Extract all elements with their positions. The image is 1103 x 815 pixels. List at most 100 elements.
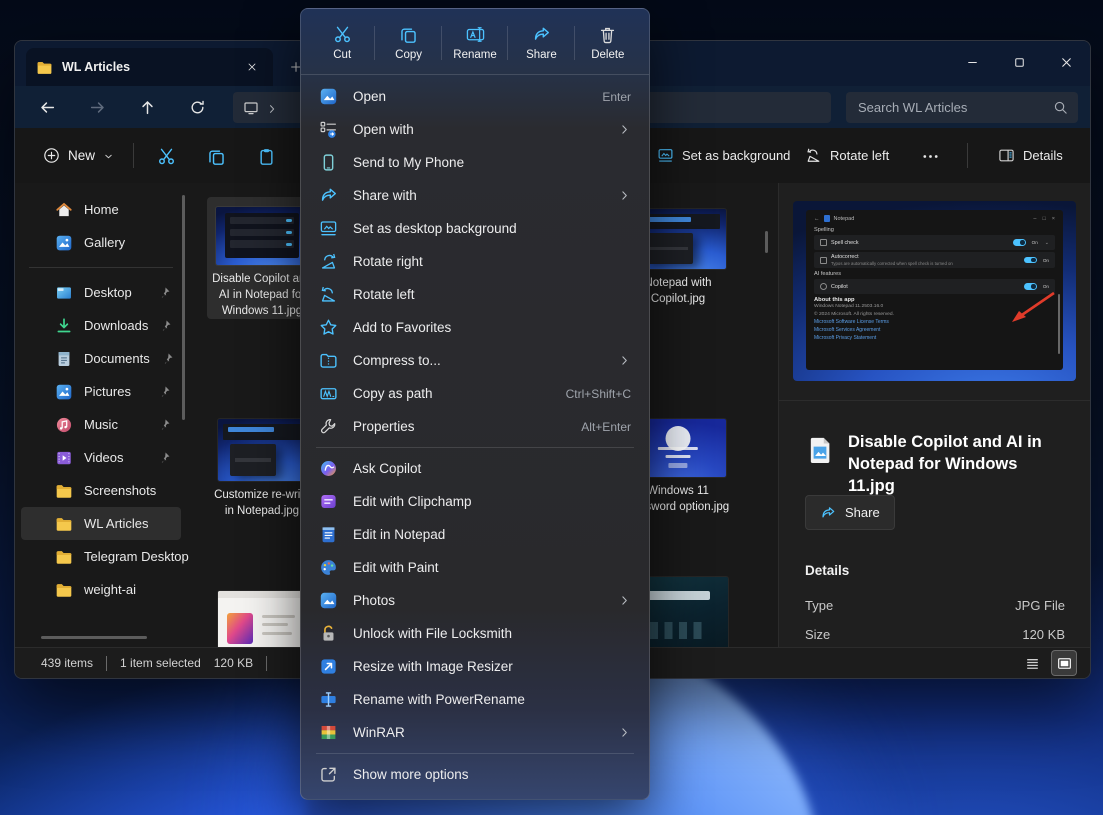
sidebar-item-wl-articles[interactable]: WL Articles: [21, 507, 181, 540]
quick-action-rename[interactable]: Rename: [442, 14, 508, 72]
sidebar-item-gallery[interactable]: Gallery: [21, 226, 181, 259]
preview-links: Microsoft Software License TermsMicrosof…: [814, 318, 1055, 342]
menu-divider: [316, 753, 634, 754]
menu-item-shortcut: Alt+Enter: [581, 420, 631, 434]
menu-item-edit-with-paint[interactable]: Edit with Paint: [306, 551, 644, 584]
sidebar-item-videos[interactable]: Videos: [21, 441, 181, 474]
sidebar-item-label: Videos: [84, 450, 124, 465]
maximize-button[interactable]: [996, 41, 1043, 83]
thumbnail-view-button[interactable]: [1052, 651, 1076, 675]
menu-item-show-more-options[interactable]: Show more options: [306, 758, 644, 791]
menu-item-label: Photos: [353, 593, 603, 608]
desktop-icon: [55, 284, 73, 302]
file-area-scrollbar[interactable]: [765, 231, 768, 253]
menu-item-open-with[interactable]: Open with: [306, 113, 644, 146]
sidebar-item-label: Desktop: [84, 285, 132, 300]
tab-close-icon[interactable]: [241, 56, 263, 78]
up-button[interactable]: [129, 91, 165, 123]
menu-item-label: Rotate right: [353, 254, 631, 269]
menu-item-unlock-with-file-locksmith[interactable]: Unlock with File Locksmith: [306, 617, 644, 650]
sidebar-item-desktop[interactable]: Desktop: [21, 276, 181, 309]
rotate-left-button[interactable]: Rotate left: [797, 139, 897, 172]
open-with-icon: [319, 120, 338, 139]
more-options-button[interactable]: [910, 138, 950, 174]
pin-icon: [159, 319, 172, 332]
menu-item-send-to-my-phone[interactable]: Send to My Phone: [306, 146, 644, 179]
chevron-down-icon: [103, 150, 114, 161]
quick-action-delete[interactable]: Delete: [575, 14, 641, 72]
menu-item-rename-with-powerrename[interactable]: Rename with PowerRename: [306, 683, 644, 716]
preview-link: Microsoft Privacy Statement: [814, 334, 1055, 342]
sidebar-item-documents[interactable]: Documents: [21, 342, 181, 375]
context-menu-list: OpenEnterOpen withSend to My PhoneShare …: [301, 75, 649, 796]
sidebar-item-pictures[interactable]: Pictures: [21, 375, 181, 408]
menu-item-rotate-right[interactable]: Rotate right: [306, 245, 644, 278]
menu-item-resize-with-image-resizer[interactable]: Resize with Image Resizer: [306, 650, 644, 683]
quick-action-share[interactable]: Share: [508, 14, 574, 72]
paste-button[interactable]: [246, 138, 286, 174]
forward-button[interactable]: [79, 91, 115, 123]
quick-action-cut[interactable]: Cut: [309, 14, 375, 72]
rename-icon: [466, 25, 485, 44]
photos-icon: [319, 591, 338, 610]
phone-icon: [319, 153, 338, 172]
list-view-button[interactable]: [1020, 651, 1044, 675]
winrar-icon: [319, 723, 338, 742]
menu-item-photos[interactable]: Photos: [306, 584, 644, 617]
folder-icon: [36, 59, 53, 76]
back-button[interactable]: [29, 91, 65, 123]
sidebar-item-telegram-desktop[interactable]: Telegram Desktop: [21, 540, 181, 573]
close-button[interactable]: [1043, 41, 1090, 83]
search-icon: [1053, 100, 1068, 115]
details-row-label: Size: [805, 620, 830, 649]
wrench-icon: [319, 417, 338, 436]
menu-item-label: Edit in Notepad: [353, 527, 631, 542]
menu-item-set-as-desktop-background[interactable]: Set as desktop background: [306, 212, 644, 245]
menu-item-rotate-left[interactable]: Rotate left: [306, 278, 644, 311]
menu-item-label: Rename with PowerRename: [353, 692, 631, 707]
sidebar-vertical-scrollbar[interactable]: [182, 195, 185, 420]
share-with-icon: [319, 186, 338, 205]
search-input[interactable]: [856, 99, 1045, 116]
menu-item-winrar[interactable]: WinRAR: [306, 716, 644, 749]
chevron-right-icon: [618, 726, 631, 739]
chevron-right-icon: [618, 189, 631, 202]
menu-item-edit-in-notepad[interactable]: Edit in Notepad: [306, 518, 644, 551]
menu-item-properties[interactable]: PropertiesAlt+Enter: [306, 410, 644, 443]
sidebar-item-downloads[interactable]: Downloads: [21, 309, 181, 342]
desktop: WL Articles: [0, 0, 1103, 815]
sidebar-horizontal-scrollbar[interactable]: [41, 636, 147, 639]
cut-button[interactable]: [146, 138, 186, 174]
menu-item-add-to-favorites[interactable]: Add to Favorites: [306, 311, 644, 344]
menu-item-compress-to[interactable]: Compress to...: [306, 344, 644, 377]
menu-item-label: Edit with Paint: [353, 560, 631, 575]
rotate-left-icon: [805, 147, 822, 164]
search-box[interactable]: [846, 92, 1078, 123]
tab-wl-articles[interactable]: WL Articles: [26, 48, 273, 86]
refresh-button[interactable]: [179, 91, 215, 123]
details-row-value: 120 KB: [1022, 620, 1065, 649]
menu-item-open[interactable]: OpenEnter: [306, 80, 644, 113]
details-toggle-button[interactable]: Details: [990, 139, 1071, 172]
sidebar-item-screenshots[interactable]: Screenshots: [21, 474, 181, 507]
quick-action-copy[interactable]: Copy: [375, 14, 441, 72]
menu-item-label: Copy as path: [353, 386, 551, 401]
copy-button[interactable]: [196, 138, 236, 174]
menu-item-ask-copilot[interactable]: Ask Copilot: [306, 452, 644, 485]
sidebar-item-weight-ai[interactable]: weight-ai: [21, 573, 181, 606]
menu-item-copy-as-path[interactable]: Copy as pathCtrl+Shift+C: [306, 377, 644, 410]
menu-item-share-with[interactable]: Share with: [306, 179, 644, 212]
share-button[interactable]: Share: [805, 495, 895, 530]
downloads-icon: [55, 317, 73, 335]
sidebar-item-music[interactable]: Music: [21, 408, 181, 441]
clipchamp-icon: [319, 492, 338, 511]
preview-notepad-window: ← Notepad –□× Spelling Spell check On ⌄: [806, 210, 1063, 370]
sidebar-item-home[interactable]: Home: [21, 193, 181, 226]
menu-item-edit-with-clipchamp[interactable]: Edit with Clipchamp: [306, 485, 644, 518]
quick-action-label: Rename: [453, 49, 496, 61]
set-as-background-button[interactable]: Set as background: [649, 139, 798, 172]
folder-icon: [55, 548, 73, 566]
new-button[interactable]: New: [31, 139, 126, 172]
share-icon: [820, 505, 836, 521]
minimize-button[interactable]: [949, 41, 996, 83]
